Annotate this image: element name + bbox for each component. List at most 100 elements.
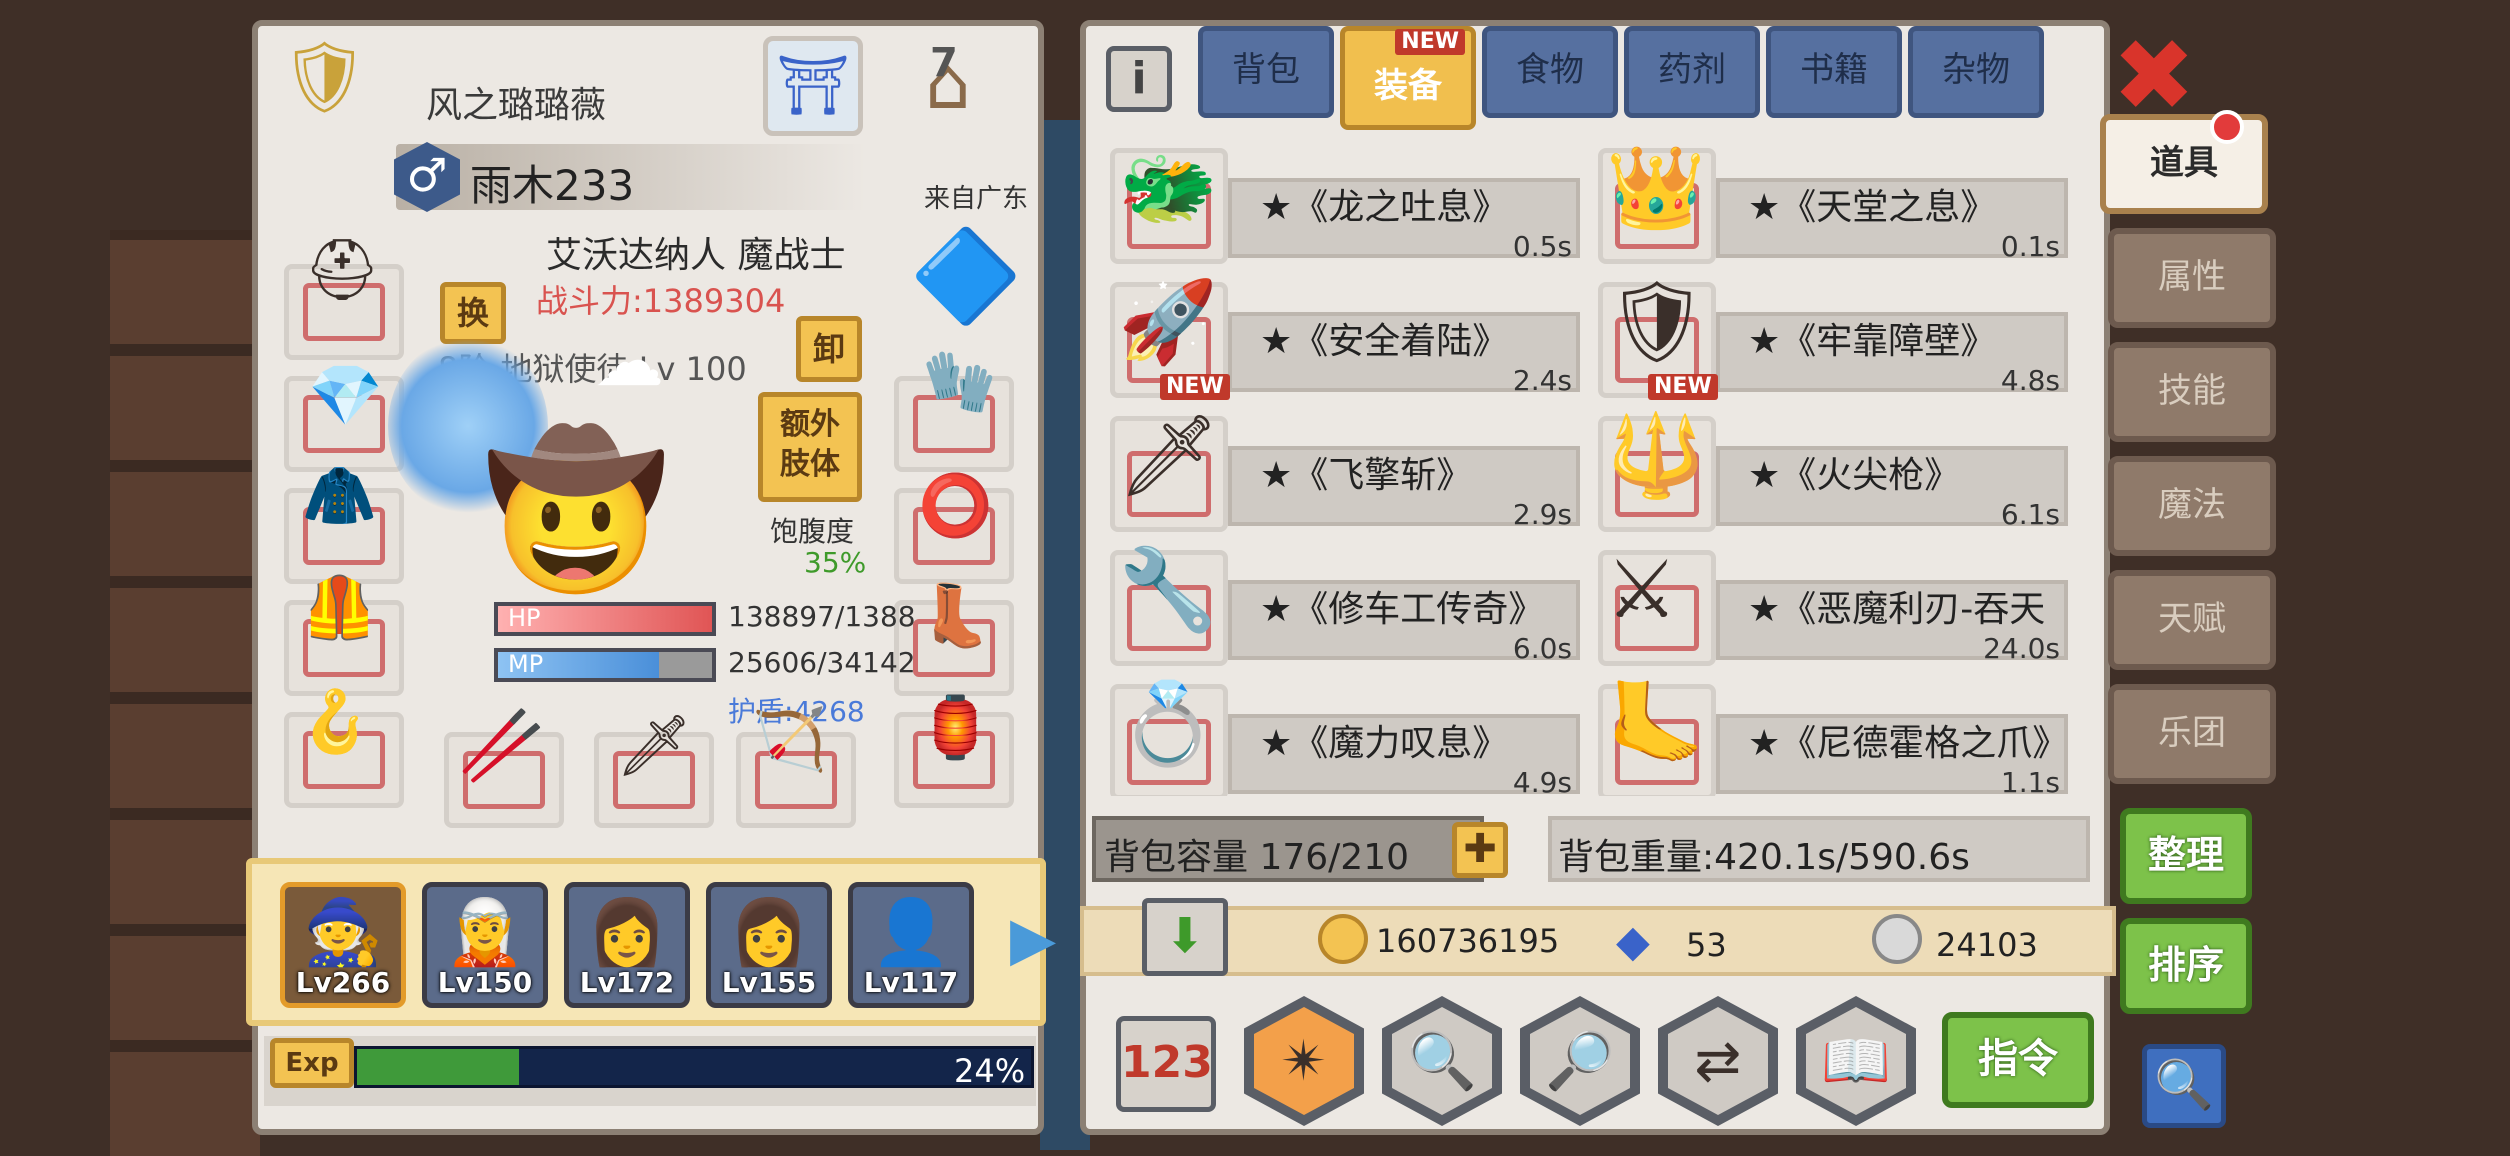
party-member-portrait: 👩 [587,896,667,970]
unequip-button[interactable]: 卸 [796,316,862,382]
necklace-icon: 💎 [308,361,383,431]
tab-label: 书籍 [1800,50,1868,90]
party-member-portrait: 👤 [871,896,951,970]
tab-0[interactable]: 背包 [1198,26,1334,118]
inventory-item[interactable]: 💍 ★《魔力叹息》 4.9s [1110,684,1580,796]
close-icon[interactable]: ✖ [2112,26,2196,126]
shuriken-icon: ✴ [1254,1007,1354,1115]
side-tab-2[interactable]: 技能 [2108,342,2276,442]
organize-button[interactable]: 整理 [2120,808,2252,904]
race-class: 艾沃达纳人 魔战士 [546,235,846,276]
tab-4[interactable]: 书籍 [1766,26,1902,118]
book-button[interactable]: 📖 [1796,996,1916,1126]
satiety-label: 饱腹度 [770,515,855,548]
inspect-icon: 🔎 [1530,1007,1630,1115]
swap-items-button[interactable]: ⇄ [1658,996,1778,1126]
tab-label: 食物 [1516,50,1584,90]
item-time: 0.5s [1512,230,1572,263]
lantern-icon: 🏮 [918,693,993,763]
item-name: ★《安全着陆》 [1260,321,1509,362]
hp-label: HP [508,604,541,632]
item-time: 6.1s [2000,498,2060,531]
mp-label: MP [508,650,544,678]
item-time: 0.1s [2000,230,2060,263]
new-badge: NEW [1648,374,1718,400]
gem-icon: ◆ [1616,916,1650,967]
mp-value: 25606/34142 [728,646,916,679]
download-icon[interactable]: ⬇ [1142,898,1228,976]
inventory-item[interactable]: 🗡 ★《飞擎斩》 2.9s [1110,416,1580,532]
item-name: ★《龙之吐息》 [1260,187,1509,228]
item-icon: 👑 [1606,141,1706,234]
tab-label: 背包 [1232,50,1300,90]
origin-text: 来自广东 [924,184,1029,214]
gold-coin-icon [1318,914,1368,964]
item-icon: 🐲 [1118,141,1218,234]
item-icon: 🗡 [1118,409,1220,502]
inventory-item[interactable]: 🔧 ★《修车工传奇》 6.0s [1110,550,1580,666]
side-tab-4[interactable]: 天赋 [2108,570,2276,670]
inventory-item[interactable]: 🚀 ★《安全着陆》 2.4s NEW [1110,282,1580,400]
guild-emblem-icon: 🛡 [280,36,369,118]
swap-button[interactable]: 换 [440,282,506,344]
party-member-card[interactable]: 👤 Lv117 [848,882,974,1008]
hp-value: 138897/1388 [728,600,916,633]
item-name: ★《修车工传奇》 [1260,589,1545,630]
item-time: 2.4s [1512,364,1572,397]
tab-1[interactable]: 装备 NEW [1340,26,1476,130]
exp-label: Exp [270,1038,354,1088]
party-member-level: Lv150 [437,966,533,999]
player-name: 雨木233 [470,161,635,210]
expand-bag-button[interactable]: ✚ [1452,822,1508,878]
inventory-item[interactable]: 🦶 ★《尼德霍格之爪》 1.1s [1598,684,2068,796]
bow-icon: 🏹 [752,705,827,775]
tab-5[interactable]: 杂物 [1908,26,2044,118]
background-wall [110,230,260,1156]
inspect-button[interactable]: 🔎 [1520,996,1640,1126]
shuriken-button[interactable]: ✴ [1244,996,1364,1126]
item-time: 6.0s [1512,632,1572,665]
claw-icon: 🪝 [298,687,373,757]
search-item-button[interactable]: 🔍 [1382,996,1502,1126]
exp-bar [354,1046,1034,1088]
tab-label: 杂物 [1942,50,2010,90]
item-name: ★《尼德霍格之爪》 [1748,723,2069,764]
side-tab-3[interactable]: 魔法 [2108,456,2276,556]
item-time: 1.1s [2000,766,2060,796]
party-bar: 🧙 Lv266 🧝 Lv150 👩 Lv172 👩 Lv155 👤 Lv117 [246,858,1046,1026]
side-tab-1[interactable]: 属性 [2108,228,2276,328]
tab-label: 药剂 [1658,50,1726,90]
inventory-item[interactable]: 👑 ★《天堂之息》 0.1s [1598,148,2068,264]
party-member-card[interactable]: 🧝 Lv150 [422,882,548,1008]
level-badge: 7 [930,40,958,86]
inventory-item[interactable]: 🛡 ★《牢靠障壁》 4.8s NEW [1598,282,2068,400]
party-member-level: Lv266 [295,966,391,999]
gold-amount: 160736195 [1376,922,1560,960]
silver-amount: 24103 [1936,926,2038,964]
party-member-card[interactable]: 🧙 Lv266 [280,882,406,1008]
inventory-item[interactable]: 🐲 ★《龙之吐息》 0.5s [1110,148,1580,264]
extra-limb-button[interactable]: 额外 肢体 [758,392,862,502]
book-icon: 📖 [1806,1007,1906,1115]
party-next-arrow-icon[interactable]: ▶ [1010,904,1056,974]
inventory-item[interactable]: ⚔ ★《恶魔利刃-吞天 24.0s [1598,550,2068,666]
item-name: ★《天堂之息》 [1748,187,1997,228]
side-tab-5[interactable]: 乐团 [2108,684,2276,784]
search-button[interactable]: 🔍 [2142,1044,2226,1128]
item-name: ★《魔力叹息》 [1260,723,1509,764]
item-time: 4.8s [2000,364,2060,397]
inventory-item[interactable]: 🔱 ★《火尖枪》 6.1s [1598,416,2068,532]
party-member-card[interactable]: 👩 Lv172 [564,882,690,1008]
portal-icon[interactable]: ⛩ [763,36,863,136]
sort-button[interactable]: 排序 [2120,918,2252,1014]
number-sort-button[interactable]: 123 [1116,1016,1216,1112]
party-member-card[interactable]: 👩 Lv155 [706,882,832,1008]
command-button[interactable]: 指令 [1942,1012,2094,1108]
magnifier-icon: 🔍 [1392,1007,1492,1115]
item-icon: 🦶 [1606,677,1706,770]
tab-3[interactable]: 药剂 [1624,26,1760,118]
bag-weight: 背包重量:420.1s/590.6s [1558,837,1970,878]
belt-icon: ⭕ [918,471,993,541]
info-icon[interactable]: i [1106,46,1172,112]
tab-2[interactable]: 食物 [1482,26,1618,118]
